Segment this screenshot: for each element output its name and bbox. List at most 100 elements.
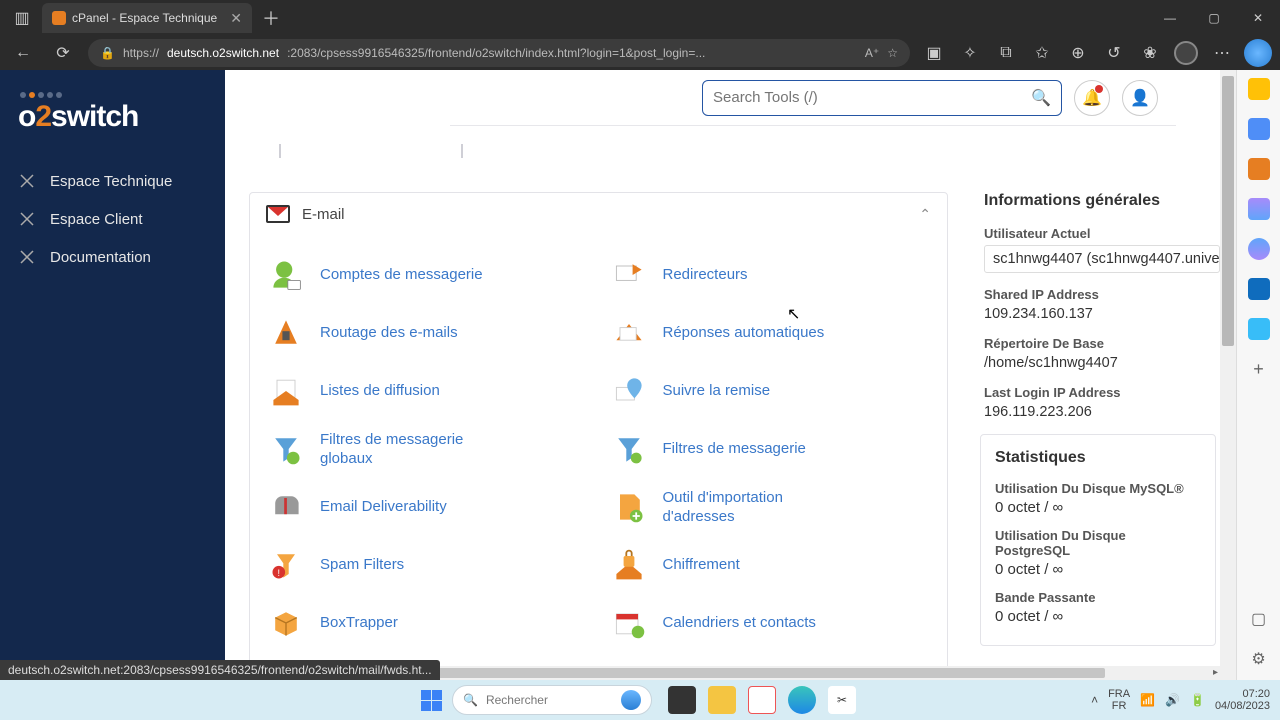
tool-link[interactable]: Réponses automatiques (663, 323, 825, 343)
edge-icon[interactable] (788, 686, 816, 714)
bing-chat-icon[interactable] (1244, 39, 1272, 67)
user-mail-icon (266, 255, 306, 295)
taskview-icon[interactable] (668, 686, 696, 714)
tool-link[interactable]: BoxTrapper (320, 613, 398, 633)
notifications-button[interactable]: 🔔 (1074, 80, 1110, 116)
tool-address-importer[interactable]: Outil d'importation d'adresses (609, 478, 932, 536)
history-icon[interactable]: ↺ (1100, 39, 1128, 67)
stat-label: Utilisation Du Disque MySQL® (995, 481, 1201, 496)
tool-link[interactable]: Redirecteurs (663, 265, 748, 285)
explorer-icon[interactable] (708, 686, 736, 714)
favorites-icon[interactable]: ✩ (1028, 39, 1056, 67)
screenshot-icon[interactable]: ▣ (920, 39, 948, 67)
logo: o2switch (0, 84, 225, 162)
tool-deliverability[interactable]: Email Deliverability (266, 478, 589, 536)
taskbar-search[interactable]: 🔍 Rechercher (452, 685, 652, 715)
bing-icon (621, 690, 641, 710)
search-tools-box[interactable]: 🔍 (702, 80, 1062, 116)
info-label: Shared IP Address (984, 287, 1220, 302)
tool-redirecteurs[interactable]: Redirecteurs (609, 246, 932, 304)
lock-mail-icon (609, 545, 649, 585)
tool-email-filters[interactable]: Filtres de messagerie (609, 420, 932, 478)
clock[interactable]: 07:2004/08/2023 (1215, 688, 1270, 712)
autoresponder-icon (609, 313, 649, 353)
rail-send-icon[interactable] (1248, 318, 1270, 340)
tool-link[interactable]: Filtres de messagerie (663, 439, 806, 459)
extensions-icon[interactable]: ✧ (956, 39, 984, 67)
import-icon (609, 487, 649, 527)
tool-link[interactable]: Routage des e-mails (320, 323, 458, 343)
tool-mailing-lists[interactable]: Listes de diffusion (266, 362, 589, 420)
tool-link[interactable]: Calendriers et contacts (663, 613, 816, 633)
search-input[interactable] (713, 89, 1031, 106)
browser-tab[interactable]: cPanel - Espace Technique ✕ (42, 3, 252, 33)
rail-add-icon[interactable]: + (1248, 358, 1270, 380)
panel-title: E-mail (302, 206, 345, 223)
volume-icon[interactable]: 🔊 (1165, 693, 1180, 707)
rail-outlook-icon[interactable] (1248, 278, 1270, 300)
start-button[interactable] (416, 685, 446, 715)
sidebar-item-docs[interactable]: Documentation (0, 238, 225, 276)
tab-overview-button[interactable]: ▥ (8, 4, 36, 32)
vertical-scrollbar[interactable] (1220, 70, 1236, 680)
collections2-icon[interactable]: ⊕ (1064, 39, 1092, 67)
rail-panel-icon[interactable]: ▢ (1248, 608, 1270, 630)
chevron-up-icon[interactable]: ⌃ (919, 206, 931, 223)
tool-boxtrapper[interactable]: BoxTrapper (266, 594, 589, 652)
tool-link[interactable]: Comptes de messagerie (320, 265, 483, 285)
maximize-button[interactable]: ▢ (1192, 1, 1236, 35)
tool-encryption[interactable]: Chiffrement (609, 536, 932, 594)
routing-icon (266, 313, 306, 353)
tool-calendars-contacts[interactable]: Calendriers et contacts (609, 594, 932, 652)
search-icon[interactable]: 🔍 (1031, 88, 1051, 108)
favorite-icon[interactable]: ☆ (887, 46, 898, 60)
tool-autoresponders[interactable]: Réponses automatiques (609, 304, 932, 362)
tab-title: cPanel - Espace Technique (72, 11, 217, 25)
tool-link[interactable]: Suivre la remise (663, 381, 771, 401)
search-icon: 🔍 (463, 693, 478, 707)
tool-comptes-messagerie[interactable]: Comptes de messagerie (266, 246, 589, 304)
info-label: Répertoire De Base (984, 336, 1220, 351)
rail-settings-icon[interactable]: ⚙ (1248, 648, 1270, 670)
tool-link[interactable]: Spam Filters (320, 555, 404, 575)
panel-separator (249, 144, 948, 174)
sidebar-item-technique[interactable]: Espace Technique (0, 162, 225, 200)
account-button[interactable]: 👤 (1122, 80, 1158, 116)
mail-icon (266, 205, 290, 223)
tool-routage[interactable]: Routage des e-mails (266, 304, 589, 362)
tray-chevron-icon[interactable]: ˄ (1091, 693, 1098, 707)
tool-link[interactable]: Outil d'importation d'adresses (663, 488, 843, 527)
close-tab-icon[interactable]: ✕ (230, 10, 242, 27)
address-bar[interactable]: 🔒 https://deutsch.o2switch.net:2083/cpse… (88, 39, 910, 67)
refresh-button[interactable]: ⟳ (48, 38, 78, 68)
info-column: Informations générales Utilisateur Actue… (968, 70, 1220, 680)
rail-search-icon[interactable] (1248, 78, 1270, 100)
tool-link[interactable]: Email Deliverability (320, 497, 447, 517)
tool-link[interactable]: Listes de diffusion (320, 381, 440, 401)
tool-spam-filters[interactable]: ! Spam Filters (266, 536, 589, 594)
more-icon[interactable]: ⋯ (1208, 39, 1236, 67)
tool-link[interactable]: Filtres de messagerie globaux (320, 430, 500, 469)
rail-people-icon[interactable] (1248, 198, 1270, 220)
battery-icon[interactable]: 🔋 (1190, 693, 1205, 707)
profile-avatar[interactable] (1172, 39, 1200, 67)
snip-icon[interactable]: ✂ (828, 686, 856, 714)
collections-icon[interactable]: ⧉ (992, 39, 1020, 67)
tool-link[interactable]: Chiffrement (663, 555, 740, 575)
rail-tag-icon[interactable] (1248, 118, 1270, 140)
tool-track-delivery[interactable]: Suivre la remise (609, 362, 932, 420)
tool-global-filters[interactable]: Filtres de messagerie globaux (266, 420, 589, 478)
rail-office-icon[interactable] (1248, 238, 1270, 260)
language-indicator[interactable]: FRAFR (1108, 688, 1130, 712)
close-window-button[interactable]: ✕ (1236, 1, 1280, 35)
rail-tools-icon[interactable] (1248, 158, 1270, 180)
sidebar-item-client[interactable]: Espace Client (0, 200, 225, 238)
wifi-icon[interactable]: 📶 (1140, 693, 1155, 707)
minimize-button[interactable]: — (1148, 1, 1192, 35)
brave-icon[interactable] (748, 686, 776, 714)
email-panel-header[interactable]: E-mail ⌃ (250, 193, 947, 236)
performance-icon[interactable]: ❀ (1136, 39, 1164, 67)
reader-icon[interactable]: A⁺ (865, 46, 879, 60)
new-tab-button[interactable]: ＋ (262, 5, 280, 31)
back-button[interactable]: ← (8, 38, 38, 68)
